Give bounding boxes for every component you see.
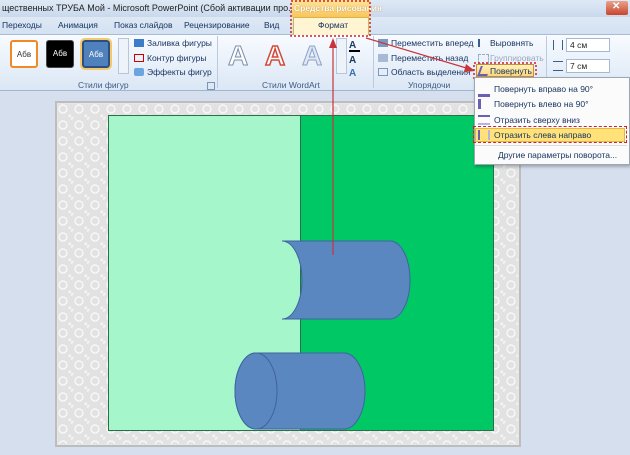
arrow-line-diagonal [365,37,474,71]
menu-rotate-right[interactable]: Повернуть вправо на 90° [494,84,593,94]
menu-separator [475,145,627,146]
arrow-head [329,38,337,48]
annotation-overlay [290,0,537,255]
rotate-left-icon [478,99,493,109]
rotate-right-icon [478,84,490,97]
menu-flip-horizontal[interactable]: Отразить слева направо [494,130,591,140]
menu-more-rotation[interactable]: Другие параметры поворота... [498,150,617,160]
highlight-contextual-tab [290,0,371,37]
flip-vertical-icon [478,115,490,125]
menu-flip-vertical[interactable]: Отразить сверху вниз [494,115,580,125]
menu-rotate-left[interactable]: Повернуть влево на 90° [494,99,589,109]
flip-horizontal-icon [478,130,490,140]
